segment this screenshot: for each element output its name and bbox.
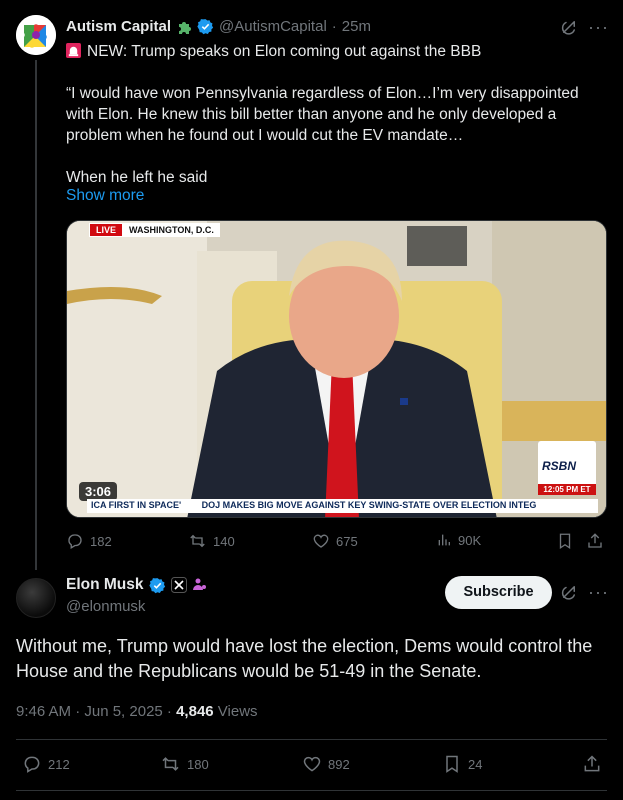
tweet-actions: 212 180 892 24 xyxy=(16,754,607,776)
network-logo: RSBN 12:05 PM ET xyxy=(538,441,596,495)
views-count: 4,846 xyxy=(176,703,214,720)
repost-button[interactable]: 140 xyxy=(188,532,235,550)
puzzle-piece-icon xyxy=(176,19,192,35)
tweet-quote: “I would have won Pennsylvania regardles… xyxy=(66,85,579,144)
bar-chart-icon xyxy=(436,532,452,548)
author-handle[interactable]: @elonmusk xyxy=(66,598,145,615)
x-affiliate-icon xyxy=(170,577,187,593)
dept-badge-icon xyxy=(192,577,208,593)
grok-icon[interactable] xyxy=(560,583,578,601)
thread-line xyxy=(35,60,37,570)
broadcast-clock: 12:05 PM ET xyxy=(538,484,596,495)
tweet-text: Without me, Trump would have lost the el… xyxy=(16,636,593,681)
video-player[interactable]: LIVE WASHINGTON, D.C. RSBN 12:05 PM ET 3… xyxy=(66,220,607,518)
divider xyxy=(16,790,607,791)
author-name[interactable]: Elon Musk xyxy=(66,576,144,594)
heart-icon xyxy=(302,754,322,774)
separator-dot: · xyxy=(331,18,337,35)
repost-icon xyxy=(160,754,181,774)
tweet-actions: 182 140 675 90K xyxy=(66,532,606,552)
like-button[interactable]: 892 xyxy=(302,754,350,774)
share-button[interactable] xyxy=(582,754,602,774)
tweet-text: NEW: Trump speaks on Elon coming out aga… xyxy=(66,41,606,188)
tweet-headline: NEW: Trump speaks on Elon coming out aga… xyxy=(87,43,482,60)
tweet-header: Elon Musk xyxy=(66,576,208,594)
verified-badge-icon xyxy=(148,577,166,594)
reply-count: 212 xyxy=(48,756,70,772)
timestamp[interactable]: 9:46 AM · Jun 5, 2025 · xyxy=(16,703,176,720)
tweet-tail: When he left he said xyxy=(66,169,208,186)
author-name[interactable]: Autism Capital xyxy=(66,18,171,35)
live-badge: LIVE WASHINGTON, D.C. xyxy=(89,223,220,237)
reply-button[interactable]: 212 xyxy=(22,754,70,774)
live-label: LIVE xyxy=(89,223,124,237)
reply-button[interactable]: 182 xyxy=(66,532,112,550)
repost-count: 180 xyxy=(187,756,209,772)
like-count: 892 xyxy=(328,756,350,772)
divider xyxy=(16,739,607,740)
share-icon xyxy=(586,532,604,550)
tweet-header: Autism Capital @AutismCapital · 25m xyxy=(66,18,371,35)
post-time[interactable]: 25m xyxy=(342,18,371,35)
network-name: RSBN xyxy=(542,459,577,473)
more-options-icon[interactable]: ··· xyxy=(588,582,609,603)
subscribe-button[interactable]: Subscribe xyxy=(445,576,552,609)
puzzle-logo-icon xyxy=(16,15,56,55)
siren-icon xyxy=(66,43,81,58)
repost-icon xyxy=(188,532,207,550)
views-button[interactable]: 90K xyxy=(436,532,481,548)
video-frame xyxy=(67,221,606,517)
like-button[interactable]: 675 xyxy=(312,532,358,550)
reply-count: 182 xyxy=(90,533,112,549)
tweet-meta: 9:46 AM · Jun 5, 2025 · 4,846 Views xyxy=(16,703,258,720)
grok-icon[interactable] xyxy=(560,18,578,36)
avatar[interactable] xyxy=(16,578,56,618)
bookmark-button[interactable]: 24 xyxy=(442,754,482,774)
views-label: Views xyxy=(213,703,258,720)
repost-count: 140 xyxy=(213,533,235,549)
repost-button[interactable]: 180 xyxy=(160,754,209,774)
news-ticker: ICA FIRST IN SPACE' DOJ MAKES BIG MOVE A… xyxy=(87,499,598,513)
views-count: 90K xyxy=(458,532,482,548)
avatar[interactable] xyxy=(16,15,56,55)
location-label: WASHINGTON, D.C. xyxy=(123,223,220,237)
ticker-main: DOJ MAKES BIG MOVE AGAINST KEY SWING-STA… xyxy=(201,500,537,510)
heart-icon xyxy=(312,532,330,550)
share-icon xyxy=(582,754,602,774)
bookmark-icon xyxy=(556,532,574,550)
verified-badge-icon xyxy=(197,18,214,35)
bookmark-button[interactable] xyxy=(556,532,574,550)
ticker-left: ICA FIRST IN SPACE' xyxy=(91,500,182,510)
more-options-icon[interactable]: ··· xyxy=(588,17,609,38)
bookmark-count: 24 xyxy=(468,756,483,772)
author-handle[interactable]: @AutismCapital xyxy=(219,18,327,35)
like-count: 675 xyxy=(336,533,358,549)
reply-icon xyxy=(66,532,84,550)
share-button[interactable] xyxy=(586,532,604,550)
reply-icon xyxy=(22,754,42,774)
show-more-link[interactable]: Show more xyxy=(66,187,144,205)
bookmark-icon xyxy=(442,754,462,774)
